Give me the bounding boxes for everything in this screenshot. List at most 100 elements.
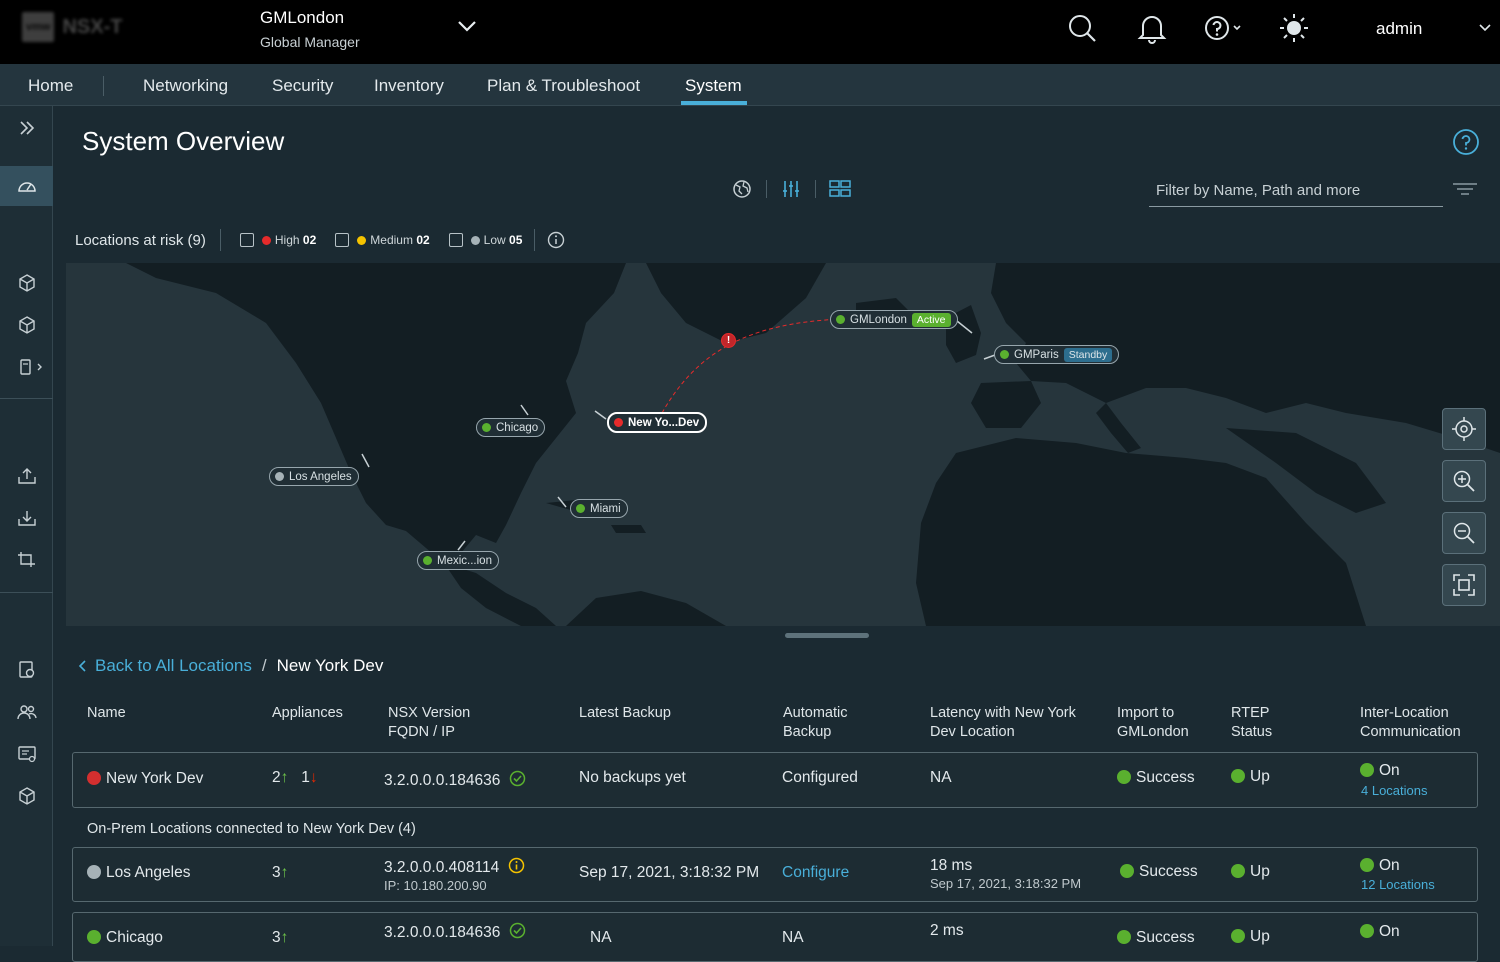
header-line: GMLondon	[1117, 724, 1189, 740]
sidebar-item-fabric[interactable]	[0, 305, 53, 345]
status-text: Success	[1136, 769, 1195, 786]
configure-backup-link[interactable]: Configure	[782, 864, 849, 882]
tab-inventory[interactable]: Inventory	[374, 76, 444, 96]
column-header-import[interactable]: Import to GMLondon	[1117, 704, 1189, 742]
map-pin-gmparis[interactable]: GMParis Standby	[994, 345, 1120, 364]
latest-backup: NA	[590, 929, 612, 946]
product-name: NSX-T	[62, 15, 123, 38]
latency: NA	[930, 769, 952, 786]
map-pin-gmlondon[interactable]: GMLondon Active	[830, 310, 958, 329]
column-header-rtep-status[interactable]: RTEP Status	[1231, 704, 1272, 742]
zoom-in-button[interactable]	[1442, 460, 1486, 502]
table-row[interactable]: Chicago 3↑ 3.2.0.0.0.184636 NA NA 2 ms S…	[72, 912, 1478, 962]
chevron-down-icon[interactable]	[1478, 22, 1492, 34]
user-menu[interactable]: admin	[1376, 19, 1422, 39]
location-name: Los Angeles	[87, 864, 190, 882]
tab-networking[interactable]: Networking	[143, 76, 228, 96]
low-risk-checkbox[interactable]	[448, 233, 463, 247]
world-map[interactable]: ! GMLondon Active GMParis Standby New Yo…	[66, 263, 1500, 626]
active-badge: Active	[911, 312, 951, 327]
column-header-nsx-version[interactable]: NSX Version FQDN / IP	[388, 704, 470, 742]
cube-icon	[18, 316, 35, 334]
chevron-down-icon[interactable]	[456, 18, 478, 36]
header-line: Inter-Location	[1360, 705, 1449, 721]
table-row[interactable]: New York Dev 2↑ 1↓ 3.2.0.0.0.184636 No b…	[72, 752, 1478, 808]
sidebar-item-licenses[interactable]	[0, 734, 53, 774]
sidebar-item-settings[interactable]	[0, 776, 53, 816]
automatic-backup: NA	[782, 929, 804, 946]
status-dot	[275, 472, 284, 481]
map-pin-los-angeles[interactable]: Los Angeles	[269, 467, 359, 486]
vmware-logo[interactable]: vmw NSX-T	[22, 6, 142, 48]
sidebar-expand-button[interactable]	[0, 108, 53, 148]
map-pin-new-york-dev[interactable]: New Yo...Dev	[607, 412, 708, 433]
status-text: On	[1379, 923, 1400, 940]
list-view-button[interactable]	[767, 176, 815, 202]
import-status: Success	[1117, 769, 1195, 787]
locations-link[interactable]: 4 Locations	[1361, 783, 1428, 798]
sidebar-item-upload[interactable]	[0, 456, 53, 496]
header-line: Status	[1231, 724, 1273, 740]
fit-view-button[interactable]	[1442, 564, 1486, 606]
appliance-counts: 2↑ 1↓	[272, 769, 318, 787]
alarm-marker-icon[interactable]: !	[721, 333, 736, 348]
map-pin-mexico[interactable]: Mexic...ion	[417, 551, 499, 570]
name-text: New York Dev	[106, 770, 204, 787]
high-risk-checkbox[interactable]	[239, 233, 254, 247]
zoom-in-icon	[1453, 470, 1475, 492]
header-line: Import to	[1117, 705, 1175, 721]
sidebar-item-overview[interactable]	[0, 166, 53, 206]
status-text: Up	[1250, 768, 1270, 785]
zoom-out-button[interactable]	[1442, 512, 1486, 554]
map-pin-miami[interactable]: Miami	[570, 499, 628, 518]
sidebar-item-migrate[interactable]	[0, 540, 53, 580]
map-pin-chicago[interactable]: Chicago	[476, 418, 546, 437]
column-header-inter-location[interactable]: Inter-Location Communication	[1360, 704, 1461, 742]
help-icon[interactable]	[1203, 12, 1245, 44]
double-chevron-right-icon	[19, 121, 34, 135]
pin-label: Mexic...ion	[437, 554, 492, 567]
tab-plan-troubleshoot[interactable]: Plan & Troubleshoot	[487, 76, 640, 96]
chevron-left-icon[interactable]	[76, 659, 90, 673]
nsx-version: 3.2.0.0.0.184636	[384, 922, 526, 942]
column-header-automatic-backup[interactable]: Automatic Backup	[783, 704, 847, 742]
back-to-all-locations-link[interactable]: Back to All Locations	[95, 656, 252, 676]
column-header-latest-backup[interactable]: Latest Backup	[579, 704, 671, 723]
sidebar-item-appliances[interactable]	[0, 263, 53, 303]
medium-risk-checkbox[interactable]	[335, 233, 350, 247]
tab-security[interactable]: Security	[272, 76, 333, 96]
context-switcher[interactable]: GMLondon Global Manager	[260, 8, 360, 50]
sun-icon[interactable]	[1278, 12, 1310, 44]
locations-link[interactable]: 12 Locations	[1361, 877, 1435, 892]
users-icon	[16, 705, 37, 720]
header-line: Latency with New York	[930, 705, 1076, 721]
status-dot	[836, 315, 845, 324]
column-header-appliances[interactable]: Appliances	[272, 704, 343, 723]
tab-system[interactable]: System	[685, 76, 742, 96]
info-warning-icon	[508, 857, 524, 874]
sidebar-item-certificates[interactable]	[0, 650, 53, 690]
latency: 2 ms	[930, 922, 964, 939]
bell-icon[interactable]	[1137, 12, 1167, 44]
sidebar-item-download[interactable]	[0, 498, 53, 538]
sidebar-item-devices[interactable]	[0, 347, 53, 387]
sidebar-item-users[interactable]	[0, 692, 53, 732]
filter-lines-icon[interactable]	[1452, 182, 1478, 196]
resize-handle[interactable]	[785, 633, 869, 638]
status-dot	[1231, 929, 1245, 943]
info-icon[interactable]	[547, 231, 565, 249]
certificate-icon	[18, 661, 34, 678]
help-circle-icon[interactable]	[1452, 128, 1480, 156]
table-row[interactable]: Los Angeles 3↑ 3.2.0.0.0.408114 IP: 10.1…	[72, 847, 1478, 902]
search-icon[interactable]	[1066, 12, 1098, 44]
tab-home[interactable]: Home	[28, 76, 73, 96]
grid-view-button[interactable]	[816, 176, 864, 202]
filter-input[interactable]: Filter by Name, Path and more	[1149, 178, 1443, 207]
version-text: 3.2.0.0.0.408114	[384, 859, 500, 876]
map-view-button[interactable]	[718, 176, 766, 202]
locate-button[interactable]	[1442, 408, 1486, 450]
column-header-latency[interactable]: Latency with New York Dev Location	[930, 704, 1076, 742]
breadcrumb: Back to All Locations / New York Dev	[76, 656, 383, 676]
status-dot	[87, 771, 101, 785]
column-header-name[interactable]: Name	[87, 704, 126, 723]
